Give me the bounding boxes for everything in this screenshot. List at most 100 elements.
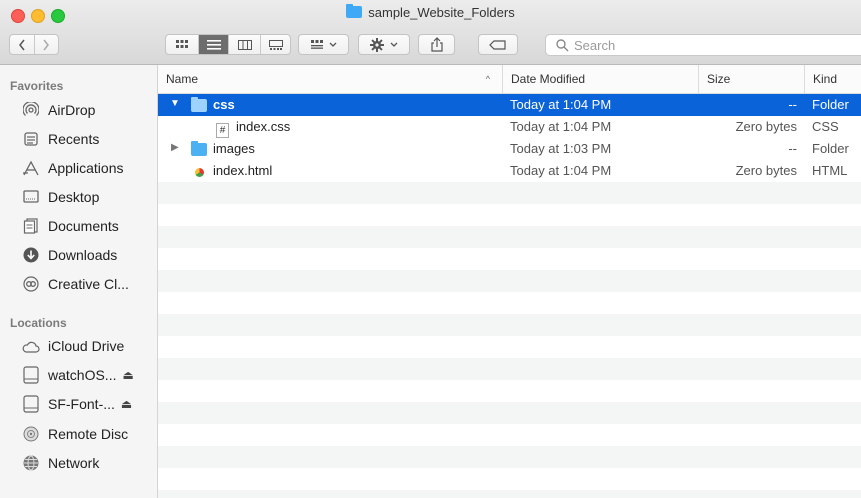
column-name[interactable]: Name ^ bbox=[158, 65, 502, 93]
sidebar-item-watchos[interactable]: watchOS... ⏏ bbox=[0, 361, 157, 389]
column-kind[interactable]: Kind bbox=[804, 65, 861, 93]
sidebar-item-label: Remote Disc bbox=[48, 426, 129, 442]
forward-button[interactable] bbox=[33, 35, 58, 54]
remote-disc-icon bbox=[22, 425, 40, 443]
sidebar-item-applications[interactable]: Applications bbox=[0, 154, 157, 182]
gallery-view-icon bbox=[268, 39, 283, 50]
icon-view-button[interactable] bbox=[166, 35, 198, 54]
disclosure-collapsed-icon[interactable]: ▶ bbox=[171, 142, 179, 153]
sidebar-item-documents[interactable]: Documents bbox=[0, 212, 157, 240]
chevron-right-icon bbox=[43, 39, 50, 50]
file-name: images bbox=[213, 141, 255, 156]
sidebar-item-label: Network bbox=[48, 455, 100, 471]
folder-icon bbox=[191, 141, 207, 157]
sidebar: Favorites AirDrop Recents Applications D… bbox=[0, 65, 158, 498]
finder-window: sample_Website_Folders Search Favorites … bbox=[0, 0, 861, 498]
list-view-button[interactable] bbox=[198, 35, 228, 54]
file-name: css bbox=[213, 97, 235, 112]
list-view-icon bbox=[206, 39, 221, 50]
column-view-button[interactable] bbox=[228, 35, 260, 54]
sidebar-item-label: Documents bbox=[48, 218, 119, 234]
gallery-view-button[interactable] bbox=[260, 35, 290, 54]
table-row-index-html[interactable]: index.html Today at 1:04 PM Zero bytes H… bbox=[158, 160, 861, 182]
sidebar-item-downloads[interactable]: Downloads bbox=[0, 241, 157, 269]
file-kind: Folder bbox=[812, 97, 849, 112]
row-stripe bbox=[158, 402, 861, 424]
folder-icon bbox=[191, 97, 207, 113]
desktop-icon bbox=[22, 188, 40, 206]
column-size-label: Size bbox=[707, 72, 731, 86]
icon-view-icon bbox=[176, 40, 188, 48]
folder-icon bbox=[346, 4, 363, 18]
sidebar-item-label: SF-Font-... bbox=[48, 396, 115, 412]
view-mode-control bbox=[165, 34, 291, 55]
disk-icon bbox=[22, 395, 40, 413]
table-row-images[interactable]: ▶ images Today at 1:03 PM -- Folder bbox=[158, 138, 861, 160]
downloads-icon bbox=[22, 246, 40, 264]
row-stripe bbox=[158, 490, 861, 498]
row-stripe bbox=[158, 226, 861, 248]
table-row-index-css[interactable]: # index.css Today at 1:04 PM Zero bytes … bbox=[158, 116, 861, 138]
sidebar-item-network[interactable]: Network bbox=[0, 449, 157, 477]
airdrop-icon bbox=[22, 101, 40, 119]
date-modified: Today at 1:04 PM bbox=[510, 97, 612, 112]
chevron-down-icon bbox=[329, 42, 336, 47]
gear-icon bbox=[370, 37, 384, 52]
disk-icon bbox=[22, 366, 40, 384]
chrome-file-icon bbox=[195, 165, 204, 180]
eject-icon[interactable]: ⏏ bbox=[122, 368, 133, 382]
sidebar-item-label: iCloud Drive bbox=[48, 338, 125, 354]
column-date-label: Date Modified bbox=[511, 72, 586, 86]
creative-cloud-icon bbox=[22, 275, 40, 293]
column-size[interactable]: Size bbox=[698, 65, 804, 93]
sidebar-item-label: Downloads bbox=[48, 247, 118, 263]
sidebar-item-airdrop[interactable]: AirDrop bbox=[0, 96, 157, 124]
action-menu-button[interactable] bbox=[358, 34, 410, 55]
file-list: Name ^ Date Modified Size Kind ▼ css Tod… bbox=[158, 65, 861, 498]
back-forward-control bbox=[9, 34, 59, 55]
tags-button[interactable] bbox=[478, 34, 518, 55]
row-stripe bbox=[158, 314, 861, 336]
file-name: index.html bbox=[213, 163, 273, 178]
sidebar-item-recents[interactable]: Recents bbox=[0, 125, 157, 153]
icloud-icon bbox=[22, 337, 40, 355]
back-button[interactable] bbox=[10, 35, 34, 54]
chevron-left-icon bbox=[19, 39, 25, 50]
sidebar-item-label: AirDrop bbox=[48, 102, 96, 118]
sidebar-item-icloud-drive[interactable]: iCloud Drive bbox=[0, 332, 157, 360]
sidebar-item-remote-disc[interactable]: Remote Disc bbox=[0, 420, 157, 448]
file-name: index.css bbox=[236, 119, 291, 134]
applications-icon bbox=[22, 159, 40, 177]
row-stripe bbox=[158, 446, 861, 468]
title-toolbar: sample_Website_Folders Search bbox=[0, 0, 861, 65]
tag-icon bbox=[489, 39, 506, 50]
sidebar-item-label: watchOS... bbox=[48, 367, 117, 383]
column-date-modified[interactable]: Date Modified bbox=[502, 65, 698, 93]
row-stripe bbox=[158, 182, 861, 204]
search-placeholder: Search bbox=[574, 38, 616, 53]
date-modified: Today at 1:04 PM bbox=[510, 163, 612, 178]
share-button[interactable] bbox=[418, 34, 455, 55]
sidebar-item-label: Creative Cl... bbox=[48, 276, 129, 292]
sidebar-item-label: Desktop bbox=[48, 189, 100, 205]
column-kind-label: Kind bbox=[813, 72, 838, 86]
documents-icon bbox=[22, 217, 40, 235]
search-field[interactable]: Search bbox=[545, 34, 861, 56]
sidebar-item-sf-font[interactable]: SF-Font-... ⏏ bbox=[0, 390, 157, 418]
disclosure-expanded-icon[interactable]: ▼ bbox=[170, 98, 180, 109]
css-file-icon: # bbox=[216, 119, 229, 138]
share-icon bbox=[430, 37, 443, 52]
chevron-down-icon bbox=[390, 42, 398, 47]
sidebar-item-desktop[interactable]: Desktop bbox=[0, 183, 157, 211]
eject-icon[interactable]: ⏏ bbox=[121, 397, 132, 411]
group-by-button[interactable] bbox=[298, 34, 349, 55]
table-row-css[interactable]: ▼ css Today at 1:04 PM -- Folder bbox=[158, 94, 861, 116]
row-stripe bbox=[158, 358, 861, 380]
sidebar-item-label: Applications bbox=[48, 160, 124, 176]
column-name-label: Name bbox=[166, 72, 199, 86]
file-kind: Folder bbox=[812, 141, 849, 156]
sort-ascending-icon: ^ bbox=[485, 74, 490, 84]
sidebar-item-creative-cloud[interactable]: Creative Cl... bbox=[0, 270, 157, 298]
window-title: sample_Website_Folders bbox=[0, 4, 861, 20]
date-modified: Today at 1:04 PM bbox=[510, 119, 612, 134]
